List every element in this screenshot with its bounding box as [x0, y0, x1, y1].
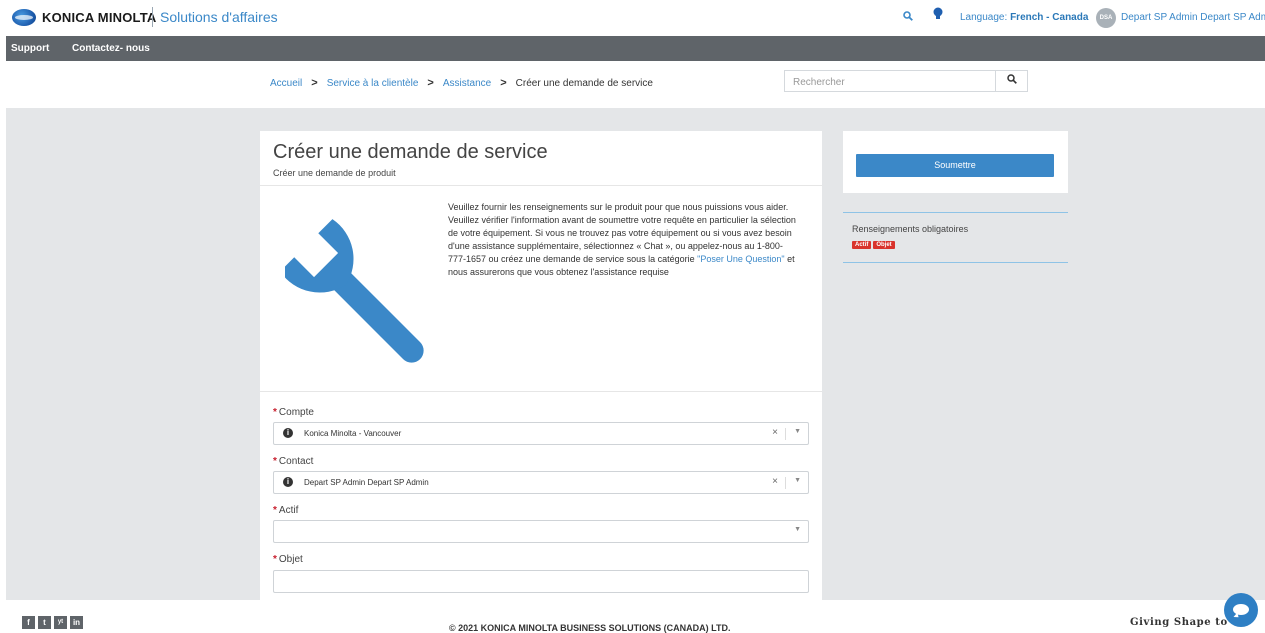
chat-bubble-icon[interactable] — [1224, 593, 1258, 627]
chevron-down-icon[interactable]: ▼ — [794, 477, 801, 484]
divider — [260, 391, 822, 392]
required-marker: * — [273, 505, 277, 516]
top-header: KONICA MINOLTA Solutions d'affaires Lang… — [0, 0, 1265, 36]
subject-label-text: Objet — [278, 554, 303, 565]
wrench-icon — [280, 211, 435, 389]
asset-label-text: Actif — [278, 505, 299, 516]
linkedin-icon[interactable]: in — [70, 616, 83, 629]
search-icon — [1006, 74, 1017, 84]
ask-question-link[interactable]: "Poser Une Question" — [697, 254, 784, 264]
nav-item-support[interactable]: Support — [11, 43, 49, 54]
submit-button[interactable]: Soumettre — [856, 154, 1054, 177]
tagline-text: Giving Shape to — [1130, 617, 1228, 628]
instructions-text: Veuillez fournir les renseignements sur … — [448, 201, 800, 279]
account-label-text: Compte — [278, 407, 314, 418]
facebook-icon[interactable]: f — [22, 616, 35, 629]
breadcrumb: Accueil > Service à la clientèle > Assistanc… — [270, 77, 653, 89]
required-badges: Actif Objet — [852, 237, 897, 249]
account-value: Konica Minolta - Vancouver — [304, 429, 402, 438]
required-marker: * — [273, 456, 277, 467]
divider — [260, 185, 822, 186]
breadcrumb-current: Créer une demande de service — [515, 78, 653, 89]
asset-label: * Actif — [273, 505, 298, 516]
search-button[interactable] — [996, 70, 1028, 92]
twitter-icon[interactable]: t — [38, 616, 51, 629]
youtube-icon[interactable]: yt — [54, 616, 67, 629]
contact-select[interactable]: i Depart SP Admin Depart SP Admin × ▼ — [273, 471, 809, 494]
brand-divider — [152, 7, 153, 27]
field-divider — [785, 477, 786, 489]
user-avatar[interactable]: DSA — [1096, 8, 1116, 28]
subject-label: * Objet — [273, 554, 303, 565]
clear-icon[interactable]: × — [772, 427, 778, 438]
breadcrumb-separator-icon: > — [311, 77, 318, 89]
search-field — [784, 70, 996, 92]
field-divider — [785, 428, 786, 440]
language-label: Language: — [960, 12, 1008, 23]
subject-input[interactable] — [273, 570, 809, 593]
asset-select[interactable]: ▼ — [273, 520, 809, 543]
required-info-panel: Renseignements obligatoires Actif Objet — [843, 212, 1068, 263]
info-icon: i — [283, 428, 293, 438]
search-input[interactable] — [791, 72, 995, 92]
breadcrumb-home[interactable]: Accueil — [270, 78, 302, 89]
submit-panel: Soumettre — [843, 131, 1068, 193]
page-subtitle: Créer une demande de produit — [273, 168, 396, 178]
breadcrumb-customer-service[interactable]: Service à la clientèle — [327, 78, 419, 89]
service-request-form-card: Créer une demande de service Créer une d… — [260, 131, 822, 600]
copyright-text: © 2021 KONICA MINOLTA BUSINESS SOLUTIONS… — [449, 623, 731, 633]
chevron-down-icon[interactable]: ▼ — [794, 526, 801, 533]
required-badge-subject[interactable]: Objet — [873, 241, 895, 249]
contact-value: Depart SP Admin Depart SP Admin — [304, 478, 429, 487]
language-value[interactable]: French - Canada — [1010, 12, 1088, 23]
breadcrumb-assistance[interactable]: Assistance — [443, 78, 491, 89]
required-marker: * — [273, 554, 277, 565]
account-select[interactable]: i Konica Minolta - Vancouver × ▼ — [273, 422, 809, 445]
required-info-title: Renseignements obligatoires — [852, 224, 969, 234]
page-title: Créer une demande de service — [273, 141, 548, 163]
contact-label-text: Contact — [278, 456, 314, 467]
breadcrumb-separator-icon: > — [500, 77, 507, 89]
brand-name[interactable]: KONICA MINOLTA — [42, 10, 157, 25]
user-name-link[interactable]: Depart SP Admin Depart SP Adm — [1121, 12, 1265, 23]
contact-label: * Contact — [273, 456, 313, 467]
info-icon: i — [283, 477, 293, 487]
language-selector[interactable]: Language: French - Canada — [960, 12, 1088, 23]
clear-icon[interactable]: × — [772, 476, 778, 487]
nav-item-contact[interactable]: Contactez- nous — [72, 43, 150, 54]
required-badge-asset[interactable]: Actif — [852, 241, 872, 249]
lightbulb-idea-icon[interactable] — [933, 7, 943, 19]
breadcrumb-separator-icon: > — [427, 77, 434, 89]
main-nav-bar: Support Contactez- nous — [6, 36, 1265, 61]
header-search-icon[interactable] — [903, 10, 913, 24]
account-label: * Compte — [273, 407, 314, 418]
required-marker: * — [273, 407, 277, 418]
brand-subtitle[interactable]: Solutions d'affaires — [160, 9, 278, 25]
konica-globe-logo-icon[interactable] — [12, 9, 36, 26]
chevron-down-icon[interactable]: ▼ — [794, 428, 801, 435]
